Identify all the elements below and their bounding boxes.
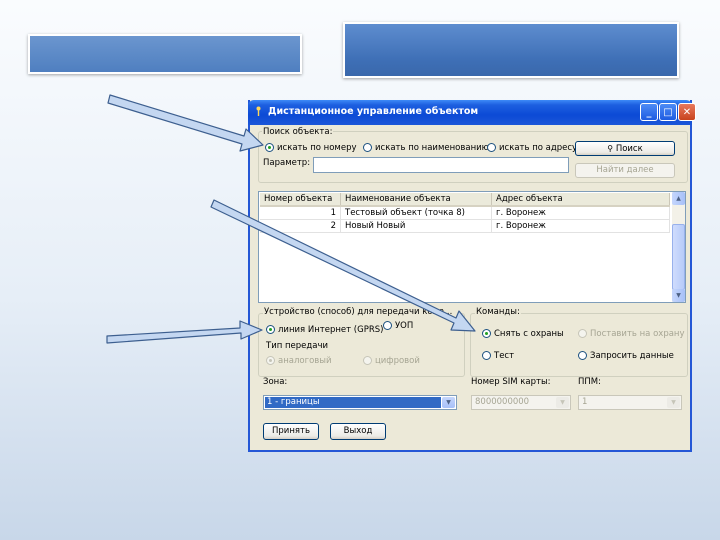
- arrow-to-device-options: [106, 320, 263, 344]
- callout-arrows: [106, 94, 476, 344]
- arrow-to-search-options: [107, 94, 264, 152]
- arrow-to-command-options: [210, 199, 476, 332]
